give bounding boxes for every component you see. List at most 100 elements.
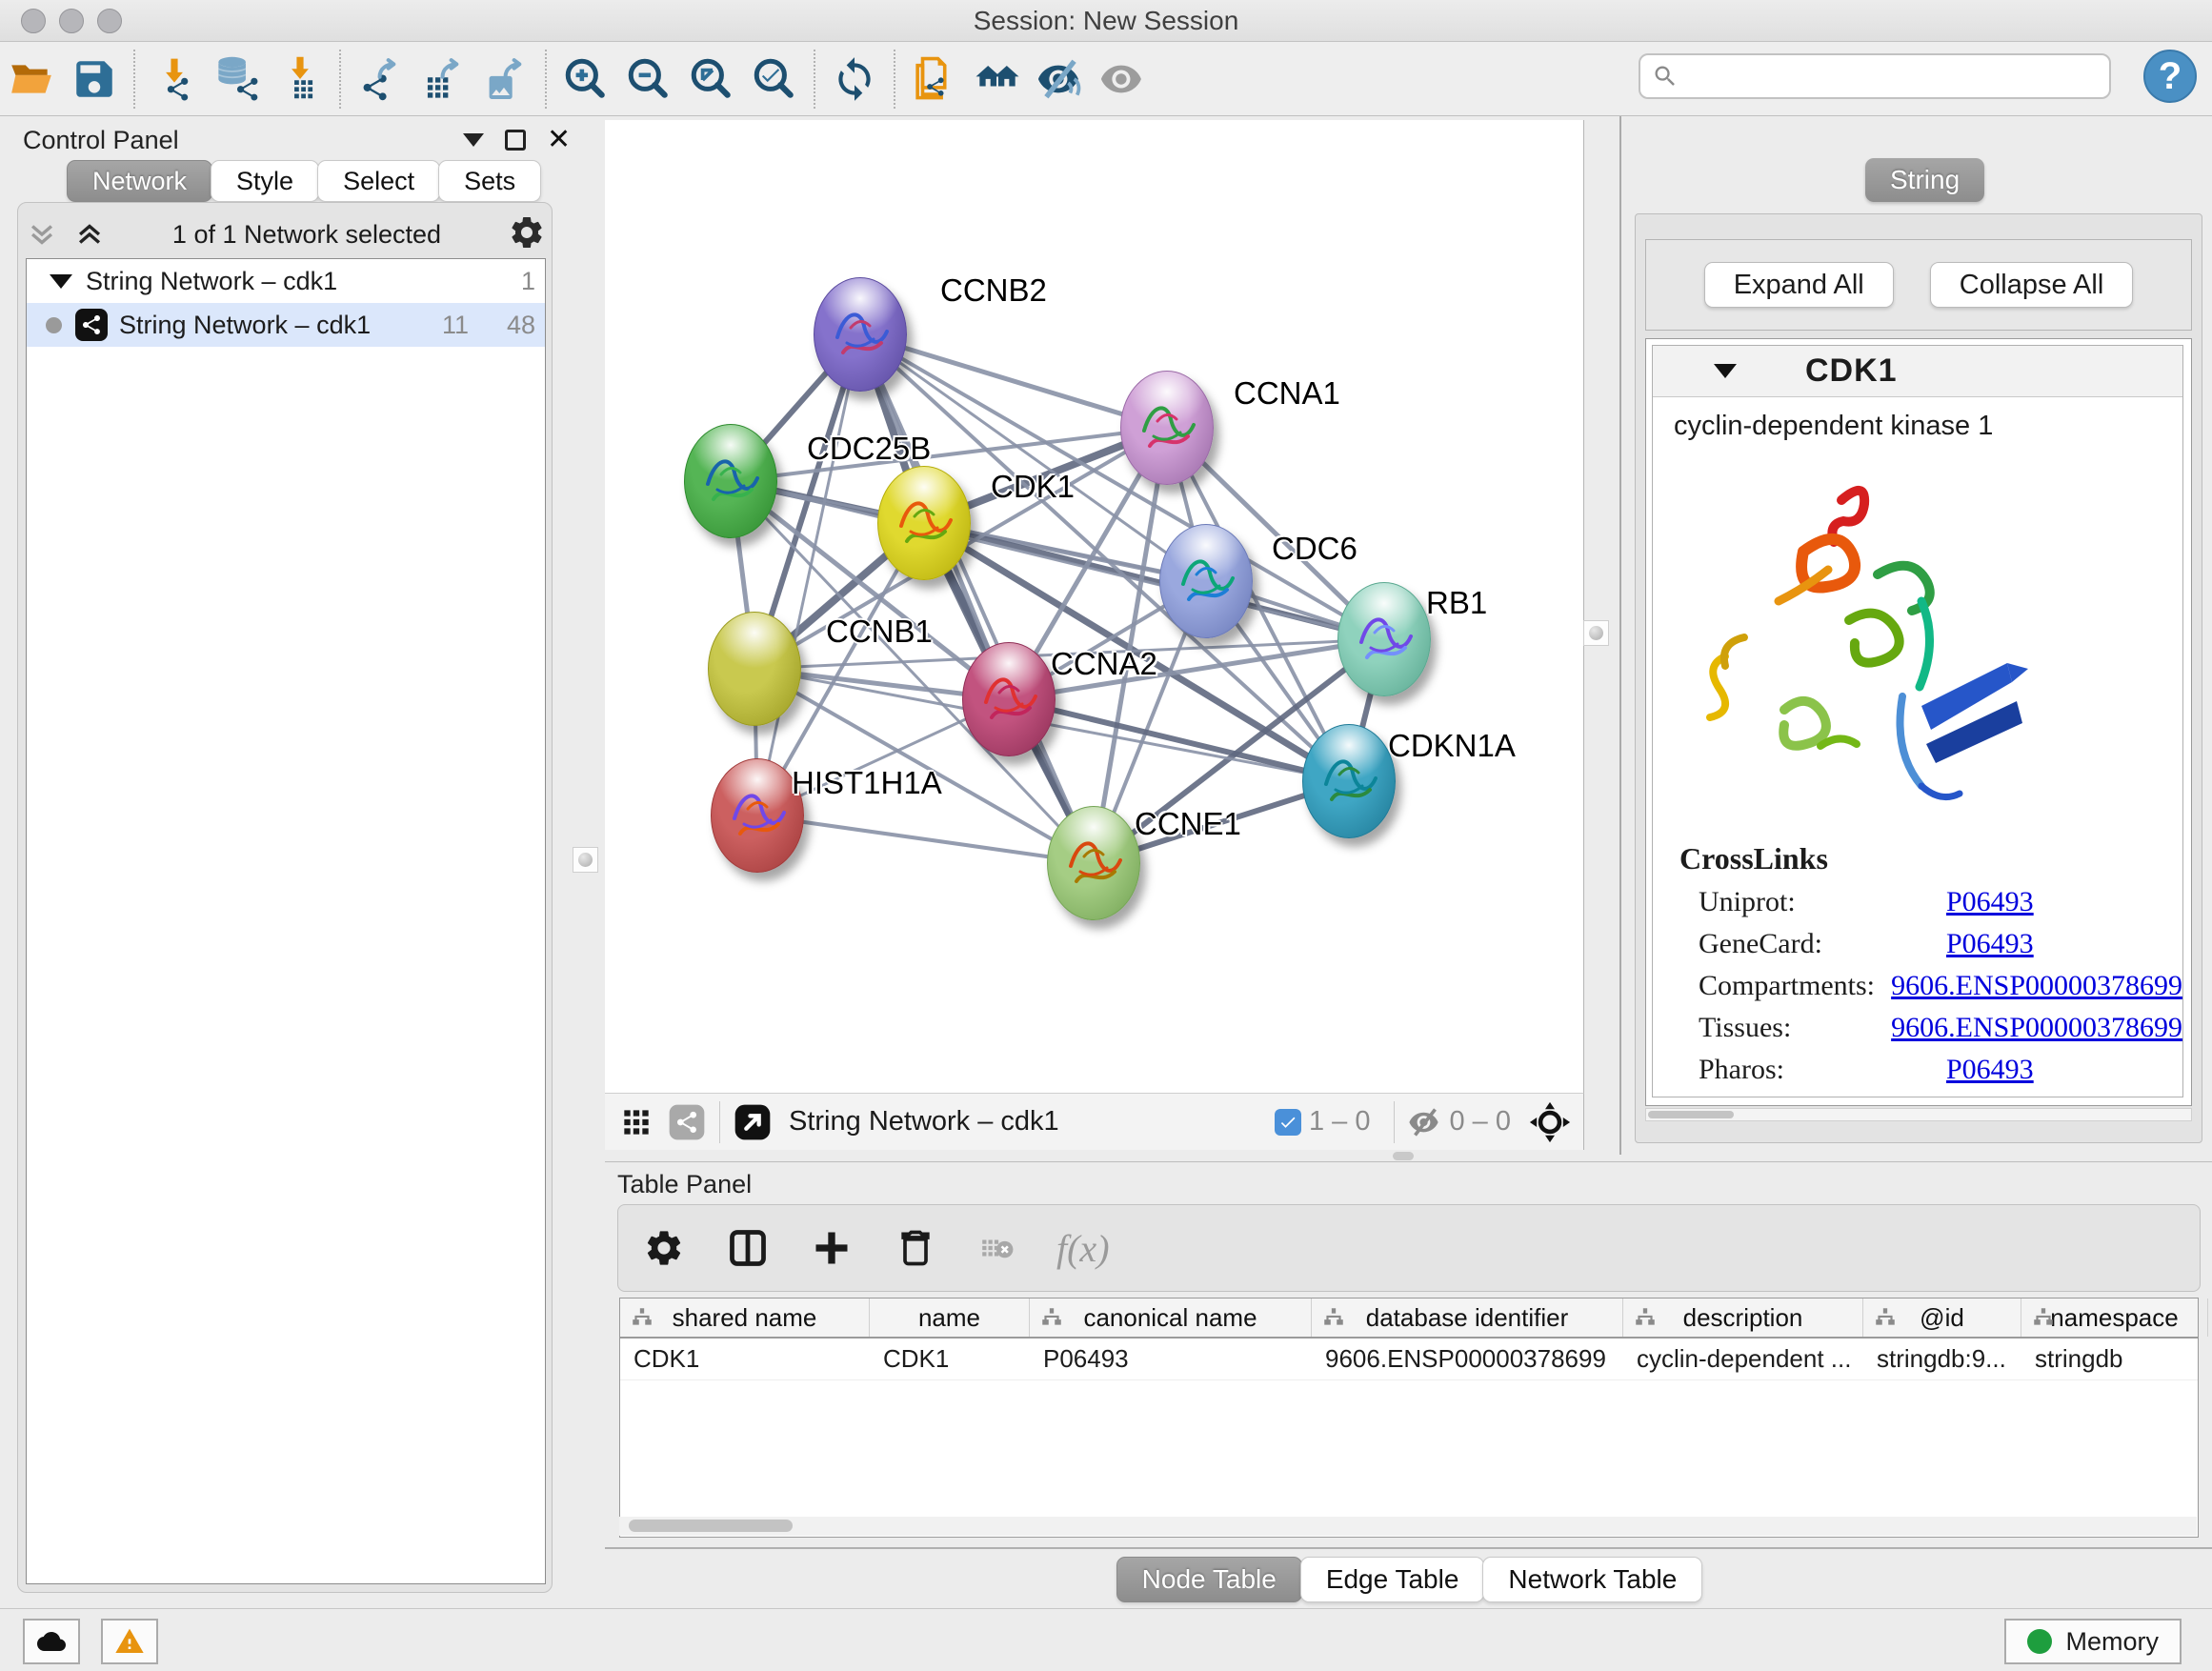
open-in-new-icon[interactable] <box>734 1103 772 1141</box>
network-node-cdc6[interactable] <box>1159 524 1253 638</box>
node-table[interactable]: shared namenamecanonical namedatabase id… <box>619 1298 2199 1538</box>
results-scroll-area[interactable]: CDK1 cyclin-dependent kinase 1 <box>1645 338 2192 1106</box>
table-cell[interactable]: stringdb:9... <box>1863 1339 2021 1379</box>
section-collapse-icon[interactable] <box>1714 364 1737 378</box>
network-edge[interactable] <box>757 815 1094 863</box>
selected-counts: 1 – 0 <box>1309 1106 1371 1137</box>
zoom-out-button[interactable] <box>617 50 680 108</box>
network-node-hist1h1a[interactable] <box>711 758 804 873</box>
network-node-rb1[interactable] <box>1337 582 1431 696</box>
hide-selected-button[interactable] <box>1029 50 1092 108</box>
tree-expand-icon[interactable] <box>50 274 72 289</box>
tab-node-table[interactable]: Node Table <box>1116 1557 1302 1602</box>
tab-network-table[interactable]: Network Table <box>1482 1557 1702 1602</box>
network-node-ccne1[interactable] <box>1047 806 1140 920</box>
panel-close-icon[interactable]: ✕ <box>547 130 571 151</box>
show-columns-icon[interactable] <box>727 1227 769 1269</box>
crosslink-link[interactable]: 9606.ENSP00000378699 <box>1891 970 2182 1002</box>
right-splitter-handle[interactable] <box>1583 620 1609 646</box>
crosslink-link[interactable]: P06493 <box>1946 886 2034 918</box>
network-collection-row[interactable]: String Network – cdk1 1 <box>27 259 545 303</box>
left-splitter-handle[interactable] <box>573 847 598 873</box>
network-options-gear-icon[interactable] <box>508 213 546 256</box>
cloud-status-button[interactable] <box>23 1619 80 1664</box>
table-cell[interactable]: CDK1 <box>870 1339 1030 1379</box>
column-header-name[interactable]: name <box>870 1299 1030 1337</box>
table-options-gear-icon[interactable] <box>643 1227 685 1269</box>
toolbar-search[interactable] <box>1639 53 2111 99</box>
refresh-button[interactable] <box>823 50 886 108</box>
column-header-database-identifier[interactable]: database identifier <box>1312 1299 1623 1337</box>
import-network-button[interactable] <box>143 50 206 108</box>
pan-crosshair-icon[interactable] <box>1528 1100 1572 1144</box>
export-image-button[interactable] <box>474 50 537 108</box>
clone-network-button[interactable] <box>903 50 966 108</box>
search-input[interactable] <box>1679 62 2088 91</box>
selected-nodes-checkbox-icon[interactable] <box>1275 1109 1301 1136</box>
tab-sets[interactable]: Sets <box>438 160 541 202</box>
tab-select[interactable]: Select <box>317 160 440 202</box>
network-canvas[interactable]: CCNB2 CCNA1 CDC25B CDK1 CDC6 RB1CCNB1 <box>605 120 1584 1093</box>
crosslink-link[interactable]: P06493 <box>1946 1054 2034 1086</box>
panel-menu-icon[interactable] <box>463 133 484 147</box>
collapse-all-button[interactable]: Collapse All <box>1930 262 2134 308</box>
function-builder-fx-icon: f(x) <box>1056 1226 1110 1271</box>
show-all-button[interactable] <box>1092 50 1155 108</box>
warning-status-button[interactable] <box>101 1619 158 1664</box>
column-header-canonical-name[interactable]: canonical name <box>1030 1299 1312 1337</box>
column-header-description[interactable]: description <box>1623 1299 1863 1337</box>
collapse-all-icon[interactable] <box>26 218 58 251</box>
column-header--id[interactable]: @id <box>1863 1299 2021 1337</box>
network-node-ccnb2[interactable] <box>814 277 907 392</box>
zoom-in-button[interactable] <box>554 50 617 108</box>
import-table-button[interactable] <box>269 50 332 108</box>
network-edge[interactable] <box>757 334 860 815</box>
save-session-button[interactable] <box>63 50 126 108</box>
table-horizontal-scrollbar[interactable] <box>619 1517 2197 1536</box>
network-node-cdk1[interactable] <box>877 466 971 580</box>
create-column-plus-icon[interactable] <box>811 1227 853 1269</box>
export-network-button[interactable] <box>349 50 412 108</box>
import-network-from-database-button[interactable] <box>206 50 269 108</box>
birdseye-grid-icon[interactable] <box>618 1104 654 1140</box>
column-header-shared-name[interactable]: shared name <box>620 1299 870 1337</box>
open-session-button[interactable] <box>0 50 63 108</box>
network-row[interactable]: String Network – cdk1 11 48 <box>27 303 545 347</box>
zoom-window-button[interactable] <box>97 9 122 33</box>
table-cell[interactable]: stringdb <box>2021 1339 2208 1379</box>
results-horizontal-scrollbar[interactable] <box>1645 1108 2192 1121</box>
table-row[interactable]: CDK1CDK1P064939606.ENSP00000378699cyclin… <box>620 1339 2198 1380</box>
network-list: String Network – cdk1 1 String Network –… <box>26 258 546 1584</box>
column-header-namespace[interactable]: namespace <box>2021 1299 2208 1337</box>
tab-network[interactable]: Network <box>67 160 212 202</box>
expand-all-button[interactable]: Expand All <box>1704 262 1894 308</box>
crosslink-link[interactable]: P06493 <box>1946 928 2034 960</box>
table-cell[interactable]: CDK1 <box>620 1339 870 1379</box>
expand-all-icon[interactable] <box>73 218 106 251</box>
table-cell[interactable]: cyclin-dependent ... <box>1623 1339 1863 1379</box>
zoom-fit-button[interactable] <box>680 50 743 108</box>
close-window-button[interactable] <box>21 9 46 33</box>
table-cell[interactable]: 9606.ENSP00000378699 <box>1312 1339 1623 1379</box>
minimize-window-button[interactable] <box>59 9 84 33</box>
hidden-eye-slash-icon[interactable] <box>1408 1105 1442 1139</box>
delete-column-trash-icon[interactable] <box>895 1227 936 1269</box>
network-node-ccnb1[interactable] <box>708 612 801 726</box>
network-node-ccna2[interactable] <box>962 642 1056 756</box>
tab-string[interactable]: String <box>1865 158 1984 202</box>
tab-style[interactable]: Style <box>211 160 319 202</box>
crosslink-link[interactable]: 9606.ENSP00000378699 <box>1891 1012 2182 1044</box>
help-button[interactable]: ? <box>2143 50 2197 103</box>
zoom-selected-button[interactable] <box>743 50 806 108</box>
export-table-button[interactable] <box>412 50 474 108</box>
network-node-cdkn1a[interactable] <box>1302 724 1396 838</box>
table-cell[interactable]: P06493 <box>1030 1339 1312 1379</box>
houses-icon-button[interactable] <box>966 50 1029 108</box>
panel-float-icon[interactable] <box>505 130 526 151</box>
memory-button[interactable]: Memory <box>2004 1619 2182 1664</box>
gene-section-header[interactable]: CDK1 <box>1653 346 2182 397</box>
network-node-ccna1[interactable] <box>1120 371 1214 485</box>
network-node-cdc25b[interactable] <box>684 424 777 538</box>
network-share-icon[interactable] <box>668 1103 706 1141</box>
tab-edge-table[interactable]: Edge Table <box>1300 1557 1485 1602</box>
